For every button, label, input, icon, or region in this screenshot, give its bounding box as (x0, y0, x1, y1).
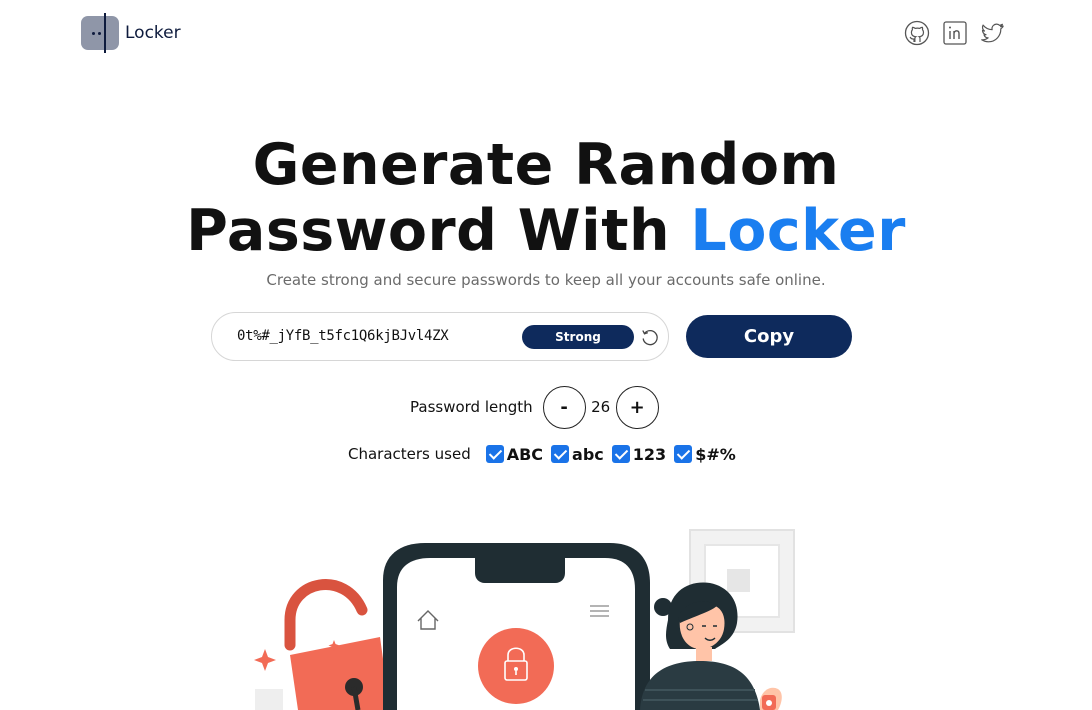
increment-length-button[interactable]: + (615, 385, 659, 429)
characters-used-control: Characters used ABC abc 123 $#% (348, 443, 744, 465)
page-title: Generate Random Password With Locker (0, 132, 1092, 264)
brand-logo[interactable]: Locker (81, 13, 181, 53)
password-length-label: Password length (410, 398, 533, 416)
checkbox-lowercase[interactable] (551, 445, 570, 463)
copy-button[interactable]: Copy (686, 315, 852, 358)
option-symbols-label: $#% (695, 444, 736, 464)
linkedin-icon[interactable] (942, 20, 968, 46)
twitter-icon[interactable] (980, 20, 1006, 46)
checkbox-uppercase[interactable] (485, 445, 504, 463)
password-length-value: 26 (591, 398, 611, 416)
decrement-length-button[interactable]: - (542, 385, 586, 429)
hero-subtitle: Create strong and secure passwords to ke… (266, 271, 826, 289)
top-nav: Locker (0, 0, 1092, 70)
option-numbers-label: 123 (632, 444, 667, 464)
github-icon[interactable] (904, 20, 930, 46)
characters-used-label: Characters used (348, 445, 471, 463)
option-lowercase[interactable]: abc (551, 445, 604, 464)
option-symbols[interactable]: $#% (674, 445, 736, 464)
padlock-image (254, 579, 390, 710)
locker-logo-icon (81, 13, 119, 53)
checkbox-numbers[interactable] (611, 445, 630, 463)
option-uppercase[interactable]: ABC (485, 444, 544, 464)
option-numbers[interactable]: 123 (611, 444, 667, 464)
password-length-control: Password length - 26 + (410, 385, 659, 429)
phone-image (383, 543, 650, 710)
title-line-2: Password With (186, 198, 691, 264)
title-accent: Locker (690, 198, 906, 264)
brand-name: Locker (125, 23, 181, 43)
option-lowercase-label: abc (572, 444, 604, 464)
strength-badge: Strong (522, 325, 634, 349)
social-links (904, 20, 1006, 46)
security-illustration (254, 529, 795, 710)
password-value[interactable]: 0t%#_jYfB_t5fc1Q6kjBJvl4ZX (237, 328, 449, 344)
checkbox-symbols[interactable] (674, 445, 693, 463)
password-field[interactable]: 0t%#_jYfB_t5fc1Q6kjBJvl4ZX Strong (211, 312, 669, 361)
title-line-1: Generate Random (252, 132, 840, 198)
refresh-icon[interactable] (640, 327, 660, 347)
option-uppercase-label: ABC (506, 444, 544, 464)
